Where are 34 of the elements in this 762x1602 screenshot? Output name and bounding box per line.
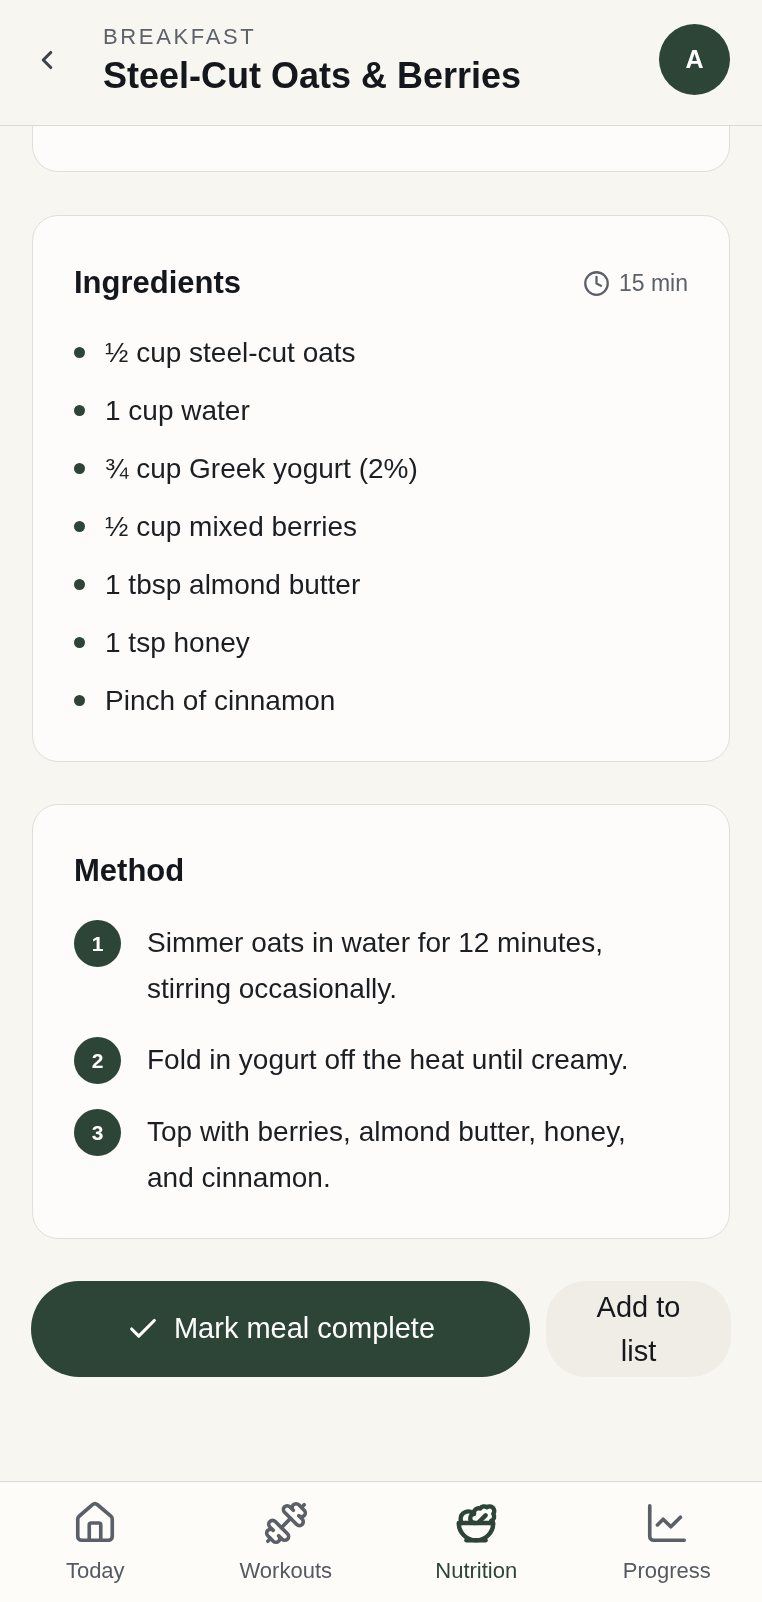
- bullet-icon: [74, 520, 85, 532]
- ingredient-item: 1 cup water: [105, 394, 250, 428]
- ingredient-item: ½ cup steel-cut oats: [105, 336, 356, 370]
- mark-complete-button[interactable]: Mark meal complete: [31, 1281, 530, 1377]
- bullet-icon: [74, 346, 85, 358]
- tab-bar-item[interactable]: Nutrition: [381, 1482, 572, 1602]
- ingredient-item: 1 tbsp almond butter: [105, 568, 361, 602]
- bullet-icon: [74, 462, 85, 474]
- bullet-icon: [74, 694, 85, 706]
- bullet-icon: [74, 578, 85, 590]
- ingredients-heading: Ingredients: [74, 265, 242, 301]
- ingredient-item: 1 tsp honey: [105, 626, 250, 660]
- add-to-list-button[interactable]: Add to list: [546, 1281, 731, 1377]
- bullet-icon: [74, 404, 85, 416]
- meal-category: BREAKFAST: [103, 24, 258, 50]
- ingredient-item: ¾ cup Greek yogurt (2%): [105, 452, 418, 486]
- recipe-title: Steel-Cut Oats & Berries: [103, 55, 523, 97]
- step-text: Top with berries, almond butter, honey, and cinnamon.: [147, 1115, 627, 1195]
- tab-bar-item[interactable]: Workouts: [190, 1482, 381, 1602]
- prep-time: 15 min: [618, 269, 688, 297]
- tab-bar-item[interactable]: Today: [0, 1482, 191, 1602]
- method-heading: Method: [74, 853, 186, 889]
- ingredient-item: Pinch of cinnamon: [105, 684, 336, 718]
- dumbbell-icon: [262, 1500, 309, 1546]
- step-text: Simmer oats in water for 12 minutes, stirring occasionally.: [147, 926, 604, 1006]
- avatar[interactable]: A: [659, 24, 730, 95]
- ingredient-item: ½ cup mixed berries: [105, 510, 358, 544]
- step-number: 3: [74, 1109, 121, 1156]
- bullet-icon: [74, 636, 85, 648]
- step-number: 2: [74, 1037, 121, 1084]
- tab-bar-item[interactable]: Progress: [571, 1482, 762, 1602]
- step-text: Fold in yogurt off the heat until creamy.: [147, 1043, 630, 1077]
- clock-icon: [582, 269, 610, 297]
- step-number: 1: [74, 920, 121, 967]
